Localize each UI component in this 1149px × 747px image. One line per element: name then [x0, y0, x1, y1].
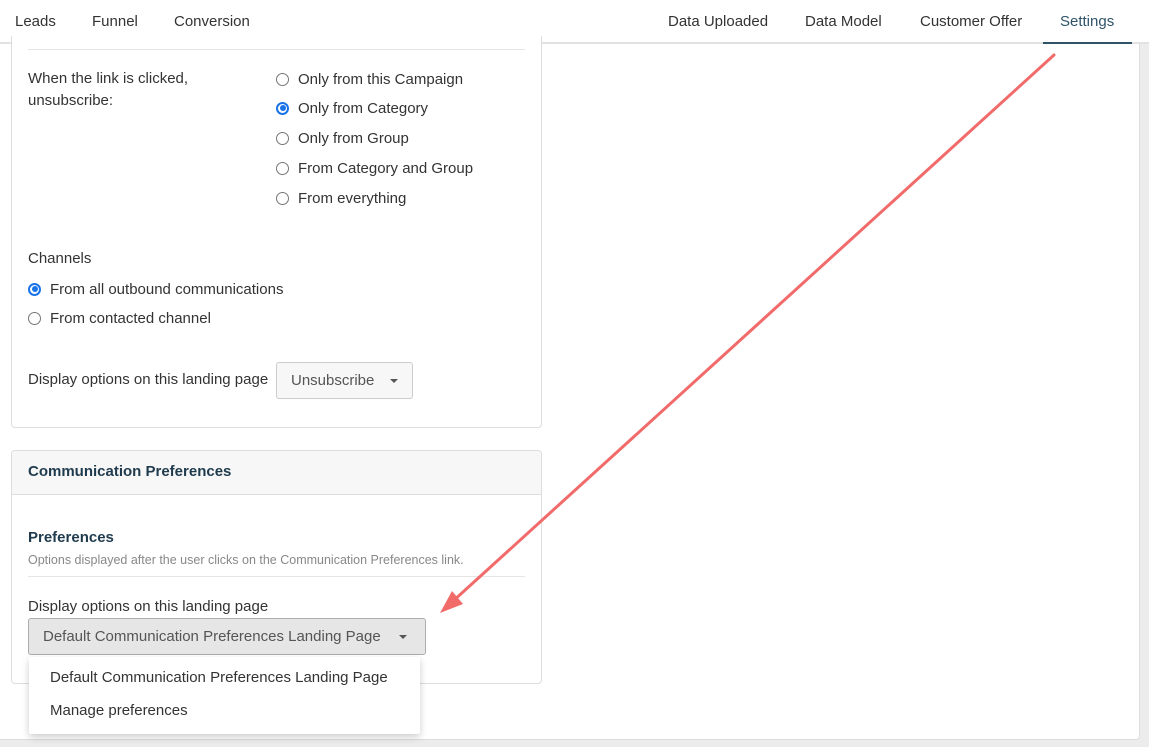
communication-preferences-panel: Communication Preferences Preferences Op…	[11, 450, 542, 684]
preferences-title: Preferences	[28, 529, 114, 546]
preferences-landing-select[interactable]: Default Communication Preferences Landin…	[28, 618, 426, 655]
panel-title: Communication Preferences	[28, 463, 232, 480]
tab-data-uploaded[interactable]: Data Uploaded	[651, 0, 785, 44]
preferences-display-label: Display options on this landing page	[28, 598, 269, 615]
channels-label: Channels	[28, 250, 92, 267]
radio-only-campaign[interactable]: Only from this Campaign	[276, 68, 463, 90]
radio-label: From all outbound communications	[50, 280, 284, 298]
unsubscribe-label-line1: When the link is clicked,	[28, 70, 189, 87]
radio-button[interactable]	[28, 282, 41, 296]
preferences-description: Options displayed after the user clicks …	[28, 553, 464, 567]
caret-down-icon	[390, 378, 399, 383]
caret-down-icon	[398, 634, 407, 639]
dropdown-option-default-landing[interactable]: Default Communication Preferences Landin…	[50, 669, 388, 686]
radio-category-and-group[interactable]: From Category and Group	[276, 157, 473, 179]
radio-label: From Category and Group	[298, 159, 474, 177]
divider	[28, 576, 525, 577]
radio-button[interactable]	[276, 131, 289, 145]
panel-header: Communication Preferences	[12, 451, 541, 495]
unsubscribe-panel: When the link is clicked, unsubscribe: O…	[11, 36, 542, 428]
select-value: Unsubscribe	[291, 372, 375, 389]
radio-label: Only from Category	[298, 99, 429, 117]
divider	[28, 49, 525, 50]
radio-label: From contacted channel	[50, 309, 211, 327]
radio-everything[interactable]: From everything	[276, 187, 406, 209]
radio-label: Only from Group	[298, 129, 409, 147]
radio-button[interactable]	[276, 101, 289, 115]
radio-button[interactable]	[28, 311, 41, 325]
radio-all-outbound[interactable]: From all outbound communications	[28, 278, 283, 300]
tab-data-model[interactable]: Data Model	[788, 0, 899, 44]
unsubscribe-label-line2: unsubscribe:	[28, 92, 114, 109]
radio-button[interactable]	[276, 72, 289, 86]
radio-only-category[interactable]: Only from Category	[276, 97, 428, 119]
tab-customer-offer[interactable]: Customer Offer	[903, 0, 1039, 44]
radio-button[interactable]	[276, 191, 289, 205]
unsubscribe-display-label: Display options on this landing page	[28, 371, 269, 388]
preferences-dropdown-menu: Default Communication Preferences Landin…	[29, 657, 420, 734]
select-value: Default Communication Preferences Landin…	[43, 628, 381, 645]
unsubscribe-landing-select[interactable]: Unsubscribe	[276, 362, 413, 399]
radio-contacted-channel[interactable]: From contacted channel	[28, 307, 211, 329]
radio-label: Only from this Campaign	[298, 70, 464, 88]
radio-only-group[interactable]: Only from Group	[276, 127, 409, 149]
tab-settings[interactable]: Settings	[1043, 0, 1132, 46]
settings-content: When the link is clicked, unsubscribe: O…	[0, 36, 1140, 740]
radio-button[interactable]	[276, 161, 289, 175]
radio-label: From everything	[298, 189, 407, 207]
dropdown-option-manage-preferences[interactable]: Manage preferences	[50, 702, 188, 719]
